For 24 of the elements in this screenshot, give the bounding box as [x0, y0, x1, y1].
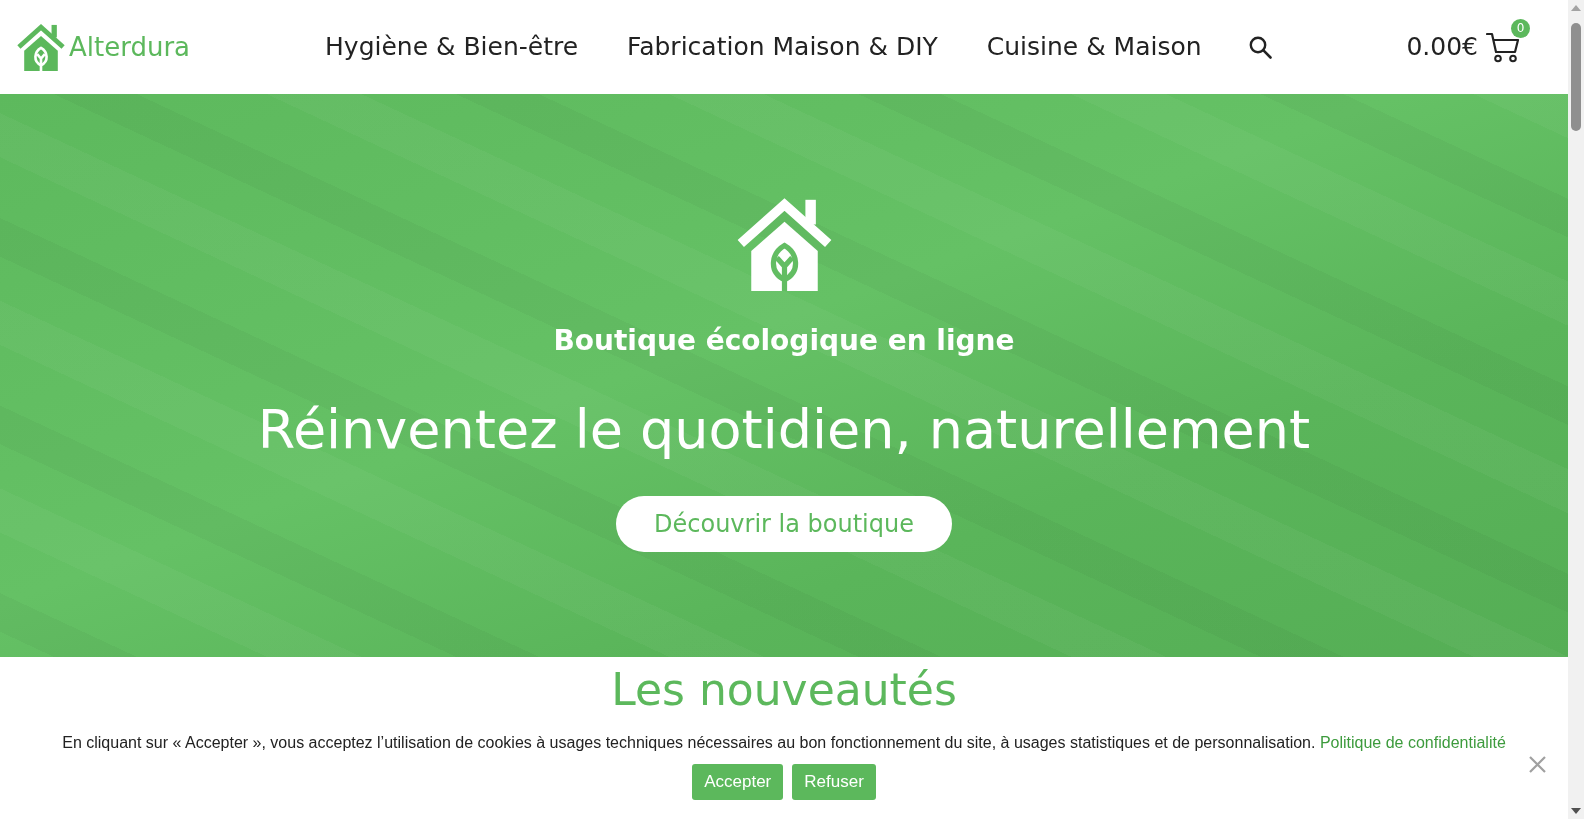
accept-button[interactable]: Accepter — [692, 764, 784, 801]
nav-link[interactable]: Hygiène & Bien-être — [325, 28, 579, 66]
privacy-policy-link[interactable]: Politique de confidentialité — [1319, 734, 1506, 751]
scroll-up-icon[interactable] — [1571, 5, 1581, 11]
scrollbar[interactable] — [1568, 0, 1584, 819]
refuse-button[interactable]: Refuser — [792, 764, 876, 801]
section-heading: Les nouveautés — [610, 667, 958, 714]
scrollbar-thumb[interactable] — [1571, 23, 1581, 131]
search-button[interactable] — [1247, 35, 1272, 59]
logo-link[interactable]: Alterdura — [17, 22, 191, 72]
house-leaf-icon — [736, 196, 832, 291]
nav-link[interactable]: Cuisine & Maison — [986, 28, 1202, 66]
hero-subtitle: Boutique écologique en ligne — [553, 324, 1015, 358]
shop-button[interactable]: Découvrir la boutique — [616, 496, 952, 553]
cookie-notice: En cliquant sur « Accepter », vous acceptez l’utilisation de cookies à usages techniques nécessaires au bon fonctionnement du site, à usages statistiques et de personnalisation. Politique de confidentialité — [61, 733, 1507, 753]
house-leaf-icon — [17, 22, 65, 72]
scroll-down-icon[interactable] — [1571, 808, 1581, 814]
cart-count-badge: 0 — [1511, 19, 1530, 39]
nav-link[interactable]: Fabrication Maison & DIY — [627, 28, 938, 66]
close-icon — [1529, 756, 1546, 773]
close-button[interactable] — [1529, 756, 1546, 773]
hero-title: Réinventez le quotidien, naturellement — [257, 397, 1311, 463]
cart-icon — [1486, 31, 1520, 63]
search-icon — [1247, 35, 1272, 59]
